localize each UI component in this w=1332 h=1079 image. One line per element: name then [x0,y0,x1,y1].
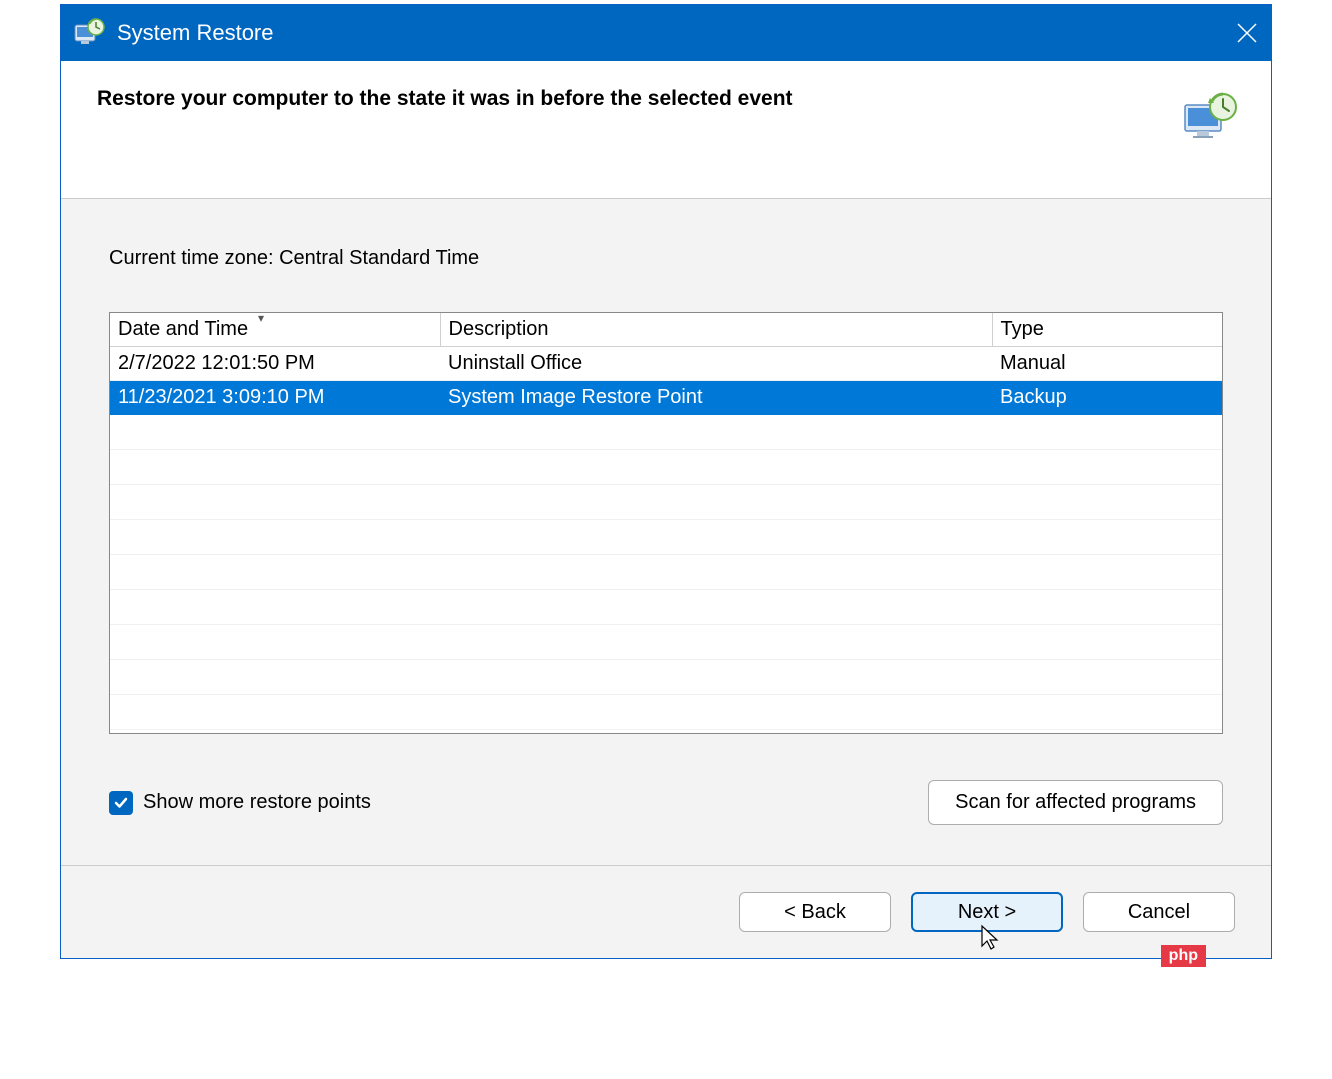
table-row[interactable] [110,590,1222,625]
bottom-controls: Show more restore points Scan for affect… [109,780,1223,825]
restore-computer-icon [1181,91,1241,141]
wizard-footer: < Back Next > Cancel [61,865,1271,958]
restore-points-table-container: Date and Time ▾ Description Type 2/7/202… [109,312,1223,734]
table-row[interactable] [110,660,1222,695]
system-restore-icon [73,17,105,49]
table-row[interactable] [110,485,1222,520]
cell-date: 2/7/2022 12:01:50 PM [110,347,440,381]
watermark-badge: php [1161,945,1206,967]
cell-date: 11/23/2021 3:09:10 PM [110,381,440,415]
wizard-content: Current time zone: Central Standard Time… [61,199,1271,865]
system-restore-window: System Restore Restore your computer to … [60,4,1272,959]
window-title: System Restore [117,20,1223,46]
table-row[interactable] [110,555,1222,590]
table-row[interactable] [110,625,1222,660]
table-row[interactable] [110,520,1222,555]
timezone-label: Current time zone: Central Standard Time [109,247,1223,270]
wizard-heading: Restore your computer to the state it wa… [97,87,1181,111]
cancel-button[interactable]: Cancel [1083,892,1235,932]
titlebar: System Restore [61,5,1271,61]
scan-affected-programs-button[interactable]: Scan for affected programs [928,780,1223,825]
column-header-date[interactable]: Date and Time ▾ [110,313,440,347]
cell-description: System Image Restore Point [440,381,992,415]
column-header-description[interactable]: Description [440,313,992,347]
column-header-type[interactable]: Type [992,313,1222,347]
table-row[interactable]: 11/23/2021 3:09:10 PM System Image Resto… [110,381,1222,415]
show-more-restore-points-checkbox[interactable]: Show more restore points [109,791,371,815]
close-icon [1236,22,1258,44]
next-button[interactable]: Next > [911,892,1063,932]
cell-type: Backup [992,381,1222,415]
cell-description: Uninstall Office [440,347,992,381]
table-row[interactable] [110,450,1222,485]
wizard-header: Restore your computer to the state it wa… [61,61,1271,199]
checkbox-checked-icon [109,791,133,815]
table-row[interactable] [110,415,1222,450]
back-button[interactable]: < Back [739,892,891,932]
cell-type: Manual [992,347,1222,381]
table-row[interactable] [110,695,1222,730]
checkbox-label: Show more restore points [143,791,371,814]
sort-descending-icon: ▾ [258,312,264,325]
close-button[interactable] [1223,5,1271,61]
restore-points-table: Date and Time ▾ Description Type 2/7/202… [110,313,1222,730]
table-row[interactable]: 2/7/2022 12:01:50 PM Uninstall Office Ma… [110,347,1222,381]
